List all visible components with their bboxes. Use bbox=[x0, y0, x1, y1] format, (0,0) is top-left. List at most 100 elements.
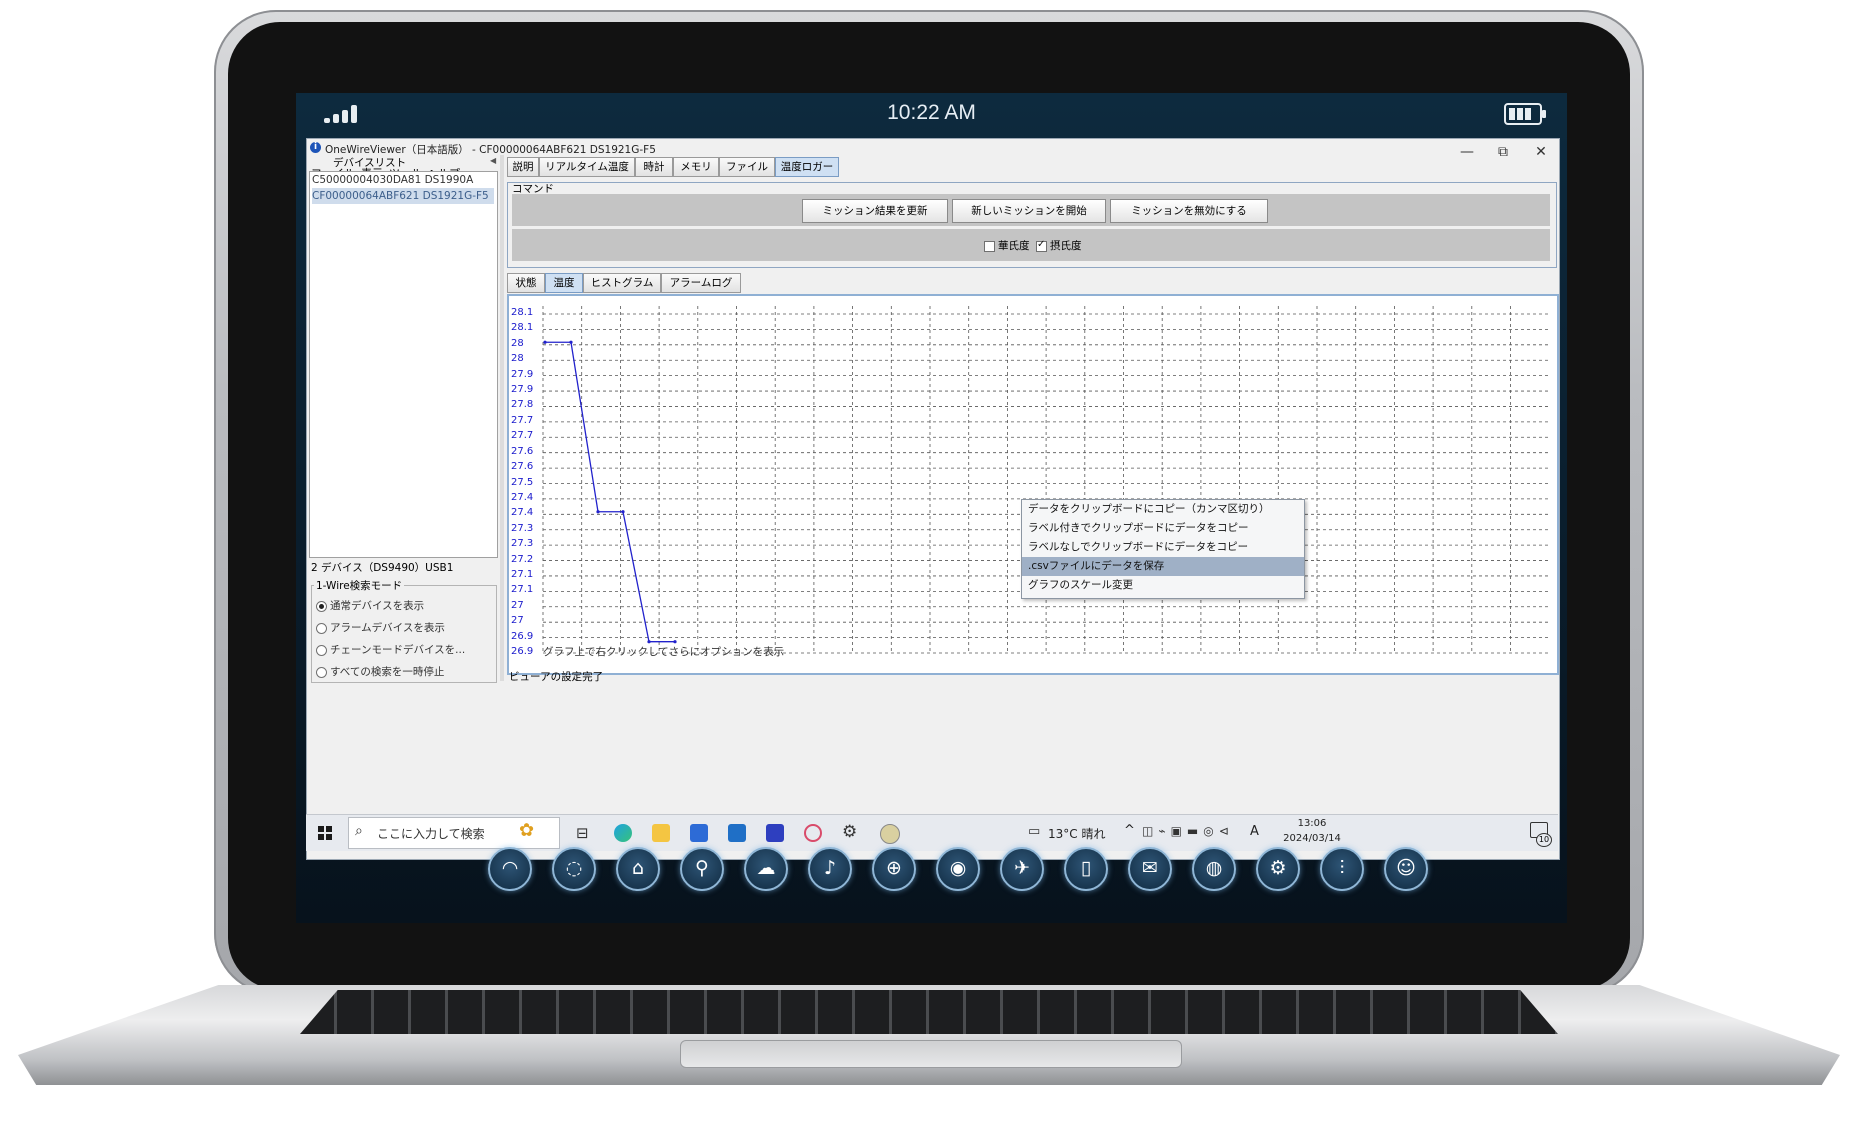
tab-memory[interactable]: メモリ bbox=[673, 157, 719, 177]
menu-copy-without-labels[interactable]: ラベルなしでクリップボードにデータをコピー bbox=[1022, 538, 1304, 557]
fahrenheit-label: 華氏度 bbox=[998, 240, 1030, 252]
search-icon[interactable]: ⚲ bbox=[680, 847, 724, 891]
command-group: コマンド ミッション結果を更新 新しいミッションを開始 ミッションを無効にする … bbox=[507, 182, 1557, 268]
device-list: C50000004030DA81 DS1990A CF00000064ABF62… bbox=[309, 171, 498, 558]
tab-histogram[interactable]: ヒストグラム bbox=[583, 273, 661, 293]
tab-description[interactable]: 説明 bbox=[507, 157, 539, 177]
search-mode-radio-normal[interactable] bbox=[316, 601, 327, 612]
data-point bbox=[569, 340, 573, 344]
celsius-label: 摂氏度 bbox=[1050, 240, 1082, 252]
wifi-icon[interactable]: ◠ bbox=[488, 847, 532, 891]
user-icon[interactable]: ☺ bbox=[1384, 847, 1428, 891]
folder-icon[interactable] bbox=[652, 824, 670, 842]
search-mode-group: 1-Wire検索モード 通常デバイスを表示 アラームデバイスを表示 チェーンモー… bbox=[311, 578, 497, 683]
chart-context-menu: データをクリップボードにコピー（カンマ区切り） ラベル付きでクリップボードにデー… bbox=[1021, 499, 1305, 599]
main-tab-bar: 説明 リアルタイム温度 時計 メモリ ファイル 温度ロガー bbox=[507, 157, 1067, 177]
splitter[interactable] bbox=[500, 155, 504, 681]
taskbar-date: 2024/03/14 bbox=[1283, 833, 1341, 844]
tab-clock[interactable]: 時計 bbox=[635, 157, 673, 177]
mail-app-icon[interactable] bbox=[728, 824, 746, 842]
tab-temperature-logger[interactable]: 温度ロガー bbox=[775, 157, 839, 177]
collapse-arrow-icon[interactable]: ◀ bbox=[490, 156, 496, 165]
network-app-icon[interactable] bbox=[804, 824, 822, 842]
menu-copy-with-labels[interactable]: ラベル付きでクリップボードにデータをコピー bbox=[1022, 519, 1304, 538]
onewireviewer-task-icon[interactable] bbox=[880, 824, 900, 844]
app-logo-icon: i bbox=[310, 142, 321, 153]
device-item[interactable]: C50000004030DA81 DS1990A bbox=[312, 172, 494, 188]
search-mode-label: チェーンモードデバイスを... bbox=[330, 644, 466, 656]
celsius-checkbox[interactable]: ✓ bbox=[1036, 239, 1047, 252]
equalizer-icon[interactable]: ⫶ bbox=[1320, 847, 1364, 891]
laptop-touchpad bbox=[680, 1040, 1182, 1068]
taskbar-search-box[interactable]: ⌕ ここに入力して検索 ✿ bbox=[348, 817, 560, 849]
tab-status[interactable]: 状態 bbox=[507, 273, 545, 293]
search-mode-label: アラームデバイスを表示 bbox=[330, 622, 445, 634]
temperature-series-line bbox=[545, 341, 675, 643]
device-list-header: デバイスリスト bbox=[333, 157, 407, 169]
store-icon[interactable] bbox=[690, 824, 708, 842]
tab-file[interactable]: ファイル bbox=[719, 157, 775, 177]
tab-realtime-temperature[interactable]: リアルタイム温度 bbox=[539, 157, 635, 177]
search-mode-label: すべての検索を一時停止 bbox=[330, 666, 445, 678]
restore-button[interactable]: ⧉ bbox=[1491, 143, 1515, 161]
close-button[interactable]: ✕ bbox=[1529, 143, 1553, 161]
tray-chevron-icon[interactable]: ^ bbox=[1124, 823, 1135, 838]
cloud-icon[interactable]: ☁ bbox=[744, 847, 788, 891]
tab-alarm-log[interactable]: アラームログ bbox=[661, 273, 741, 293]
search-mode-radio-chain[interactable] bbox=[316, 645, 327, 656]
gamepad-icon[interactable]: ⊕ bbox=[872, 847, 916, 891]
app-window: i OneWireViewer（日本語版） - CF00000064ABF621… bbox=[306, 138, 1560, 860]
temperature-chart[interactable] bbox=[509, 296, 1553, 669]
weather-text: 13°C 晴れ bbox=[1048, 827, 1106, 841]
data-point bbox=[543, 340, 547, 344]
fahrenheit-checkbox[interactable] bbox=[984, 241, 995, 252]
app-icon[interactable] bbox=[766, 824, 784, 842]
search-placeholder: ここに入力して検索 bbox=[377, 827, 485, 841]
mail-icon[interactable]: ✉ bbox=[1128, 847, 1172, 891]
task-view-icon[interactable]: ⊟ bbox=[576, 824, 589, 842]
settings-icon[interactable]: ⚙ bbox=[1256, 847, 1300, 891]
data-point bbox=[621, 510, 625, 514]
device-item-selected[interactable]: CF00000064ABF621 DS1921G-F5 bbox=[312, 188, 494, 204]
camera-icon[interactable]: ◉ bbox=[936, 847, 980, 891]
data-point bbox=[673, 640, 677, 644]
microphone-icon[interactable]: ♪ bbox=[808, 847, 852, 891]
search-mode-radio-alarm[interactable] bbox=[316, 623, 327, 634]
search-mode-radio-pause[interactable] bbox=[316, 667, 327, 678]
status-bar-clock: 10:22 AM bbox=[887, 101, 976, 124]
search-mode-label: 通常デバイスを表示 bbox=[330, 600, 425, 612]
disable-mission-button[interactable]: ミッションを無効にする bbox=[1110, 199, 1268, 223]
settings-app-icon[interactable]: ⚙ bbox=[842, 822, 857, 842]
search-icon: ⌕ bbox=[355, 823, 363, 839]
edge-icon[interactable] bbox=[614, 824, 632, 842]
unit-checkbox-row: 華氏度 ✓ 摂氏度 bbox=[512, 229, 1550, 261]
tab-temperature[interactable]: 温度 bbox=[545, 273, 583, 293]
menu-change-scale[interactable]: グラフのスケール変更 bbox=[1022, 576, 1304, 595]
device-count-status: 2 デバイス（DS9490）USB1 bbox=[311, 562, 454, 574]
minimize-button[interactable]: — bbox=[1455, 143, 1479, 161]
tray-icons: ◫⌁▣▬◎⊲ bbox=[1142, 824, 1234, 838]
laptop-keyboard bbox=[300, 990, 1558, 1034]
taskbar: ⌕ ここに入力して検索 ✿ ⊟ ⚙ ▭ 13°C 晴れ ^ ◫⌁▣▬◎⊲ A 1… bbox=[306, 814, 1558, 851]
notification-count: 10 bbox=[1536, 833, 1552, 847]
airplane-icon[interactable]: ✈ bbox=[1000, 847, 1044, 891]
chart-hint: グラフ上で右クリックしてさらにオプションを表示 bbox=[543, 646, 785, 658]
refresh-mission-results-button[interactable]: ミッション結果を更新 bbox=[802, 199, 948, 223]
home-icon[interactable]: ⌂ bbox=[616, 847, 660, 891]
data-point bbox=[647, 640, 651, 644]
checkmark-icon: ✓ bbox=[1037, 239, 1046, 250]
chat-icon[interactable]: ◌ bbox=[552, 847, 596, 891]
start-new-mission-button[interactable]: 新しいミッションを開始 bbox=[952, 199, 1106, 223]
globe-icon[interactable]: ◍ bbox=[1192, 847, 1236, 891]
chart-frame: 28.1 28.1 28 28 27.9 27.9 27.8 27.7 27.7 27.6 27.6… bbox=[507, 294, 1559, 675]
sub-tab-bar: 状態 温度 ヒストグラム アラームログ bbox=[507, 273, 807, 293]
phone-icon[interactable]: ▯ bbox=[1064, 847, 1108, 891]
ime-indicator[interactable]: A bbox=[1250, 824, 1259, 839]
menu-save-csv[interactable]: .csvファイルにデータを保存 bbox=[1022, 557, 1304, 576]
taskbar-time: 13:06 bbox=[1297, 818, 1327, 829]
status-line: ビューアの設定完了 bbox=[509, 671, 604, 683]
data-point bbox=[596, 510, 600, 514]
menu-copy-csv[interactable]: データをクリップボードにコピー（カンマ区切り） bbox=[1022, 500, 1304, 519]
flower-icon: ✿ bbox=[519, 820, 535, 841]
start-icon[interactable] bbox=[318, 826, 332, 840]
